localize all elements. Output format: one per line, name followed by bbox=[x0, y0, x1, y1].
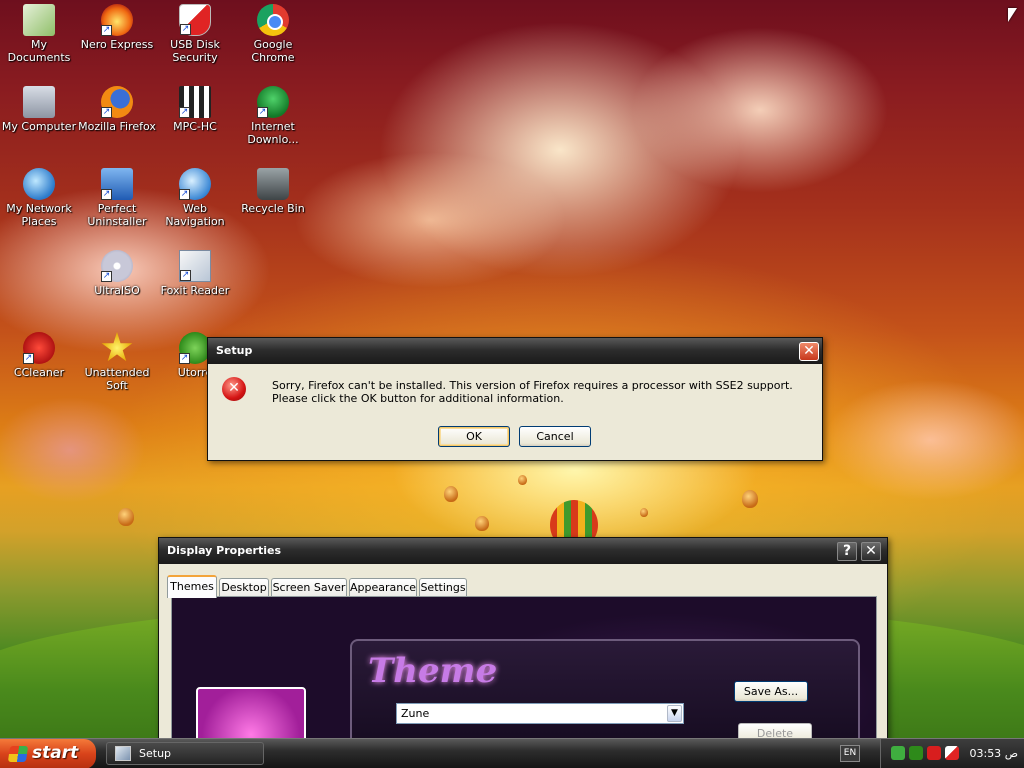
computer-icon bbox=[23, 86, 55, 118]
taskbar-item-setup[interactable]: Setup bbox=[106, 742, 264, 765]
desktop-icon-label: My Network Places bbox=[6, 202, 72, 228]
tab-screen-saver[interactable]: Screen Saver bbox=[271, 578, 347, 597]
network-globe-icon bbox=[23, 168, 55, 200]
desktop-icon-ultraiso[interactable]: ↗ UltraISO bbox=[78, 250, 156, 297]
tab-appearance[interactable]: Appearance bbox=[349, 578, 417, 597]
theme-select-value: Zune bbox=[401, 707, 430, 720]
delete-button[interactable]: Delete bbox=[738, 723, 812, 738]
desktop-icon-label: My Computer bbox=[1, 120, 77, 133]
system-tray: 03:53 ص bbox=[880, 739, 1024, 768]
mpc-hc-icon: ↗ bbox=[179, 86, 211, 118]
windows-flag-icon bbox=[7, 746, 29, 762]
desktop-icon-label: Google Chrome bbox=[251, 38, 295, 64]
start-label: start bbox=[32, 743, 79, 763]
desktop-icon-perfect-uninstaller[interactable]: ↗ Perfect Uninstaller bbox=[78, 168, 156, 228]
window-title: Display Properties bbox=[167, 544, 282, 557]
close-button[interactable]: ✕ bbox=[861, 542, 881, 561]
desktop-icon-recycle-bin[interactable]: Recycle Bin bbox=[234, 168, 312, 215]
tab-settings[interactable]: Settings bbox=[419, 578, 467, 597]
download-manager-icon: ↗ bbox=[257, 86, 289, 118]
network-tray-icon[interactable] bbox=[891, 746, 905, 760]
desktop-icon-mpc-hc[interactable]: ↗ MPC-HC bbox=[156, 86, 234, 133]
cancel-button[interactable]: Cancel bbox=[519, 426, 591, 447]
tab-themes[interactable]: Themes bbox=[167, 575, 217, 598]
desktop-icon-my-documents[interactable]: My Documents bbox=[0, 4, 78, 64]
balloon-icon bbox=[742, 490, 758, 508]
my-documents-icon bbox=[23, 4, 55, 36]
clock[interactable]: 03:53 ص bbox=[969, 739, 1018, 768]
start-button[interactable]: start bbox=[0, 739, 96, 768]
mouse-cursor-icon bbox=[1008, 8, 1017, 22]
dialog-title: Setup bbox=[216, 344, 253, 357]
balloon-icon bbox=[118, 508, 134, 526]
tab-desktop[interactable]: Desktop bbox=[219, 578, 269, 597]
desktop-icon-label: Internet Downlo... bbox=[247, 120, 299, 146]
theme-preview bbox=[196, 687, 306, 738]
chrome-icon bbox=[257, 4, 289, 36]
desktop-icon-google-chrome[interactable]: Google Chrome bbox=[234, 4, 312, 64]
recycle-bin-icon bbox=[257, 168, 289, 200]
desktop-icon-ccleaner[interactable]: ↗ CCleaner bbox=[0, 332, 78, 379]
desktop-icon-label: Mozilla Firefox bbox=[78, 120, 156, 133]
nero-icon: ↗ bbox=[101, 4, 133, 36]
setup-titlebar[interactable]: Setup ✕ bbox=[208, 338, 822, 364]
web-globe-icon: ↗ bbox=[179, 168, 211, 200]
language-indicator[interactable]: EN bbox=[840, 745, 860, 762]
ccleaner-icon: ↗ bbox=[23, 332, 55, 364]
save-as-button[interactable]: Save As... bbox=[734, 681, 808, 702]
taskbar: start Setup EN 03:53 ص bbox=[0, 738, 1024, 768]
balloon-icon bbox=[640, 508, 648, 517]
theme-select[interactable]: Zune ▼ bbox=[396, 703, 684, 724]
themes-panel: Theme Zune ▼ Save As... Delete bbox=[171, 596, 877, 738]
shield-tray-icon[interactable] bbox=[945, 746, 959, 760]
chevron-down-icon[interactable]: ▼ bbox=[667, 705, 682, 722]
desktop-icon-foxit-reader[interactable]: ↗ Foxit Reader bbox=[156, 250, 234, 297]
uninstaller-icon: ↗ bbox=[101, 168, 133, 200]
desktop-icon-label: MPC-HC bbox=[173, 120, 217, 133]
desktop-icon-label: Web Navigation bbox=[165, 202, 225, 228]
desktop-icon-internet-download-manager[interactable]: ↗ Internet Downlo... bbox=[234, 86, 312, 146]
disc-icon: ↗ bbox=[101, 250, 133, 282]
desktop-icon-label: Nero Express bbox=[80, 38, 154, 51]
balloon-icon bbox=[475, 516, 489, 531]
desktop-icon-my-network-places[interactable]: My Network Places bbox=[0, 168, 78, 228]
security-tray-icon[interactable] bbox=[927, 746, 941, 760]
error-message: Sorry, Firefox can't be installed. This … bbox=[272, 379, 793, 405]
ok-button[interactable]: OK bbox=[438, 426, 510, 447]
desktop-background: My Documents ↗ Nero Express ↗ USB Disk S… bbox=[0, 0, 1024, 738]
desktop-icon-unattended-soft[interactable]: Unattended Soft bbox=[78, 332, 156, 392]
star-icon bbox=[101, 332, 133, 362]
desktop-icon-usb-disk-security[interactable]: ↗ USB Disk Security bbox=[156, 4, 234, 64]
desktop-icon-label: Unattended Soft bbox=[84, 366, 150, 392]
taskbar-item-label: Setup bbox=[139, 747, 172, 760]
desktop-icon-label: CCleaner bbox=[13, 366, 65, 379]
utorrent-tray-icon[interactable] bbox=[909, 746, 923, 760]
desktop-icon-label: UltraISO bbox=[94, 284, 140, 297]
desktop-icon-nero-express[interactable]: ↗ Nero Express bbox=[78, 4, 156, 51]
close-button[interactable]: ✕ bbox=[799, 342, 819, 361]
help-button[interactable]: ? bbox=[837, 542, 857, 561]
desktop-icon-label: Perfect Uninstaller bbox=[87, 202, 147, 228]
display-properties-titlebar[interactable]: Display Properties ? ✕ bbox=[159, 538, 887, 564]
desktop-icon-mozilla-firefox[interactable]: ↗ Mozilla Firefox bbox=[78, 86, 156, 133]
desktop-icon-label: USB Disk Security bbox=[170, 38, 220, 64]
error-icon: ✕ bbox=[222, 377, 246, 401]
balloon-icon bbox=[518, 475, 527, 485]
balloon-icon bbox=[444, 486, 458, 502]
display-properties-window: Display Properties ? ✕ Themes Desktop Sc… bbox=[158, 537, 888, 738]
desktop-icon-my-computer[interactable]: My Computer bbox=[0, 86, 78, 133]
firefox-icon: ↗ bbox=[101, 86, 133, 118]
desktop-icon-label: My Documents bbox=[7, 38, 71, 64]
usb-shield-icon: ↗ bbox=[179, 4, 211, 36]
setup-dialog: Setup ✕ ✕ Sorry, Firefox can't be instal… bbox=[207, 337, 823, 461]
desktop-icon-label: Foxit Reader bbox=[160, 284, 230, 297]
desktop-icon-label: Recycle Bin bbox=[241, 202, 305, 215]
desktop-icon-web-navigation[interactable]: ↗ Web Navigation bbox=[156, 168, 234, 228]
setup-window-icon bbox=[115, 746, 131, 761]
theme-heading: Theme bbox=[368, 651, 498, 691]
foxit-icon: ↗ bbox=[179, 250, 211, 282]
